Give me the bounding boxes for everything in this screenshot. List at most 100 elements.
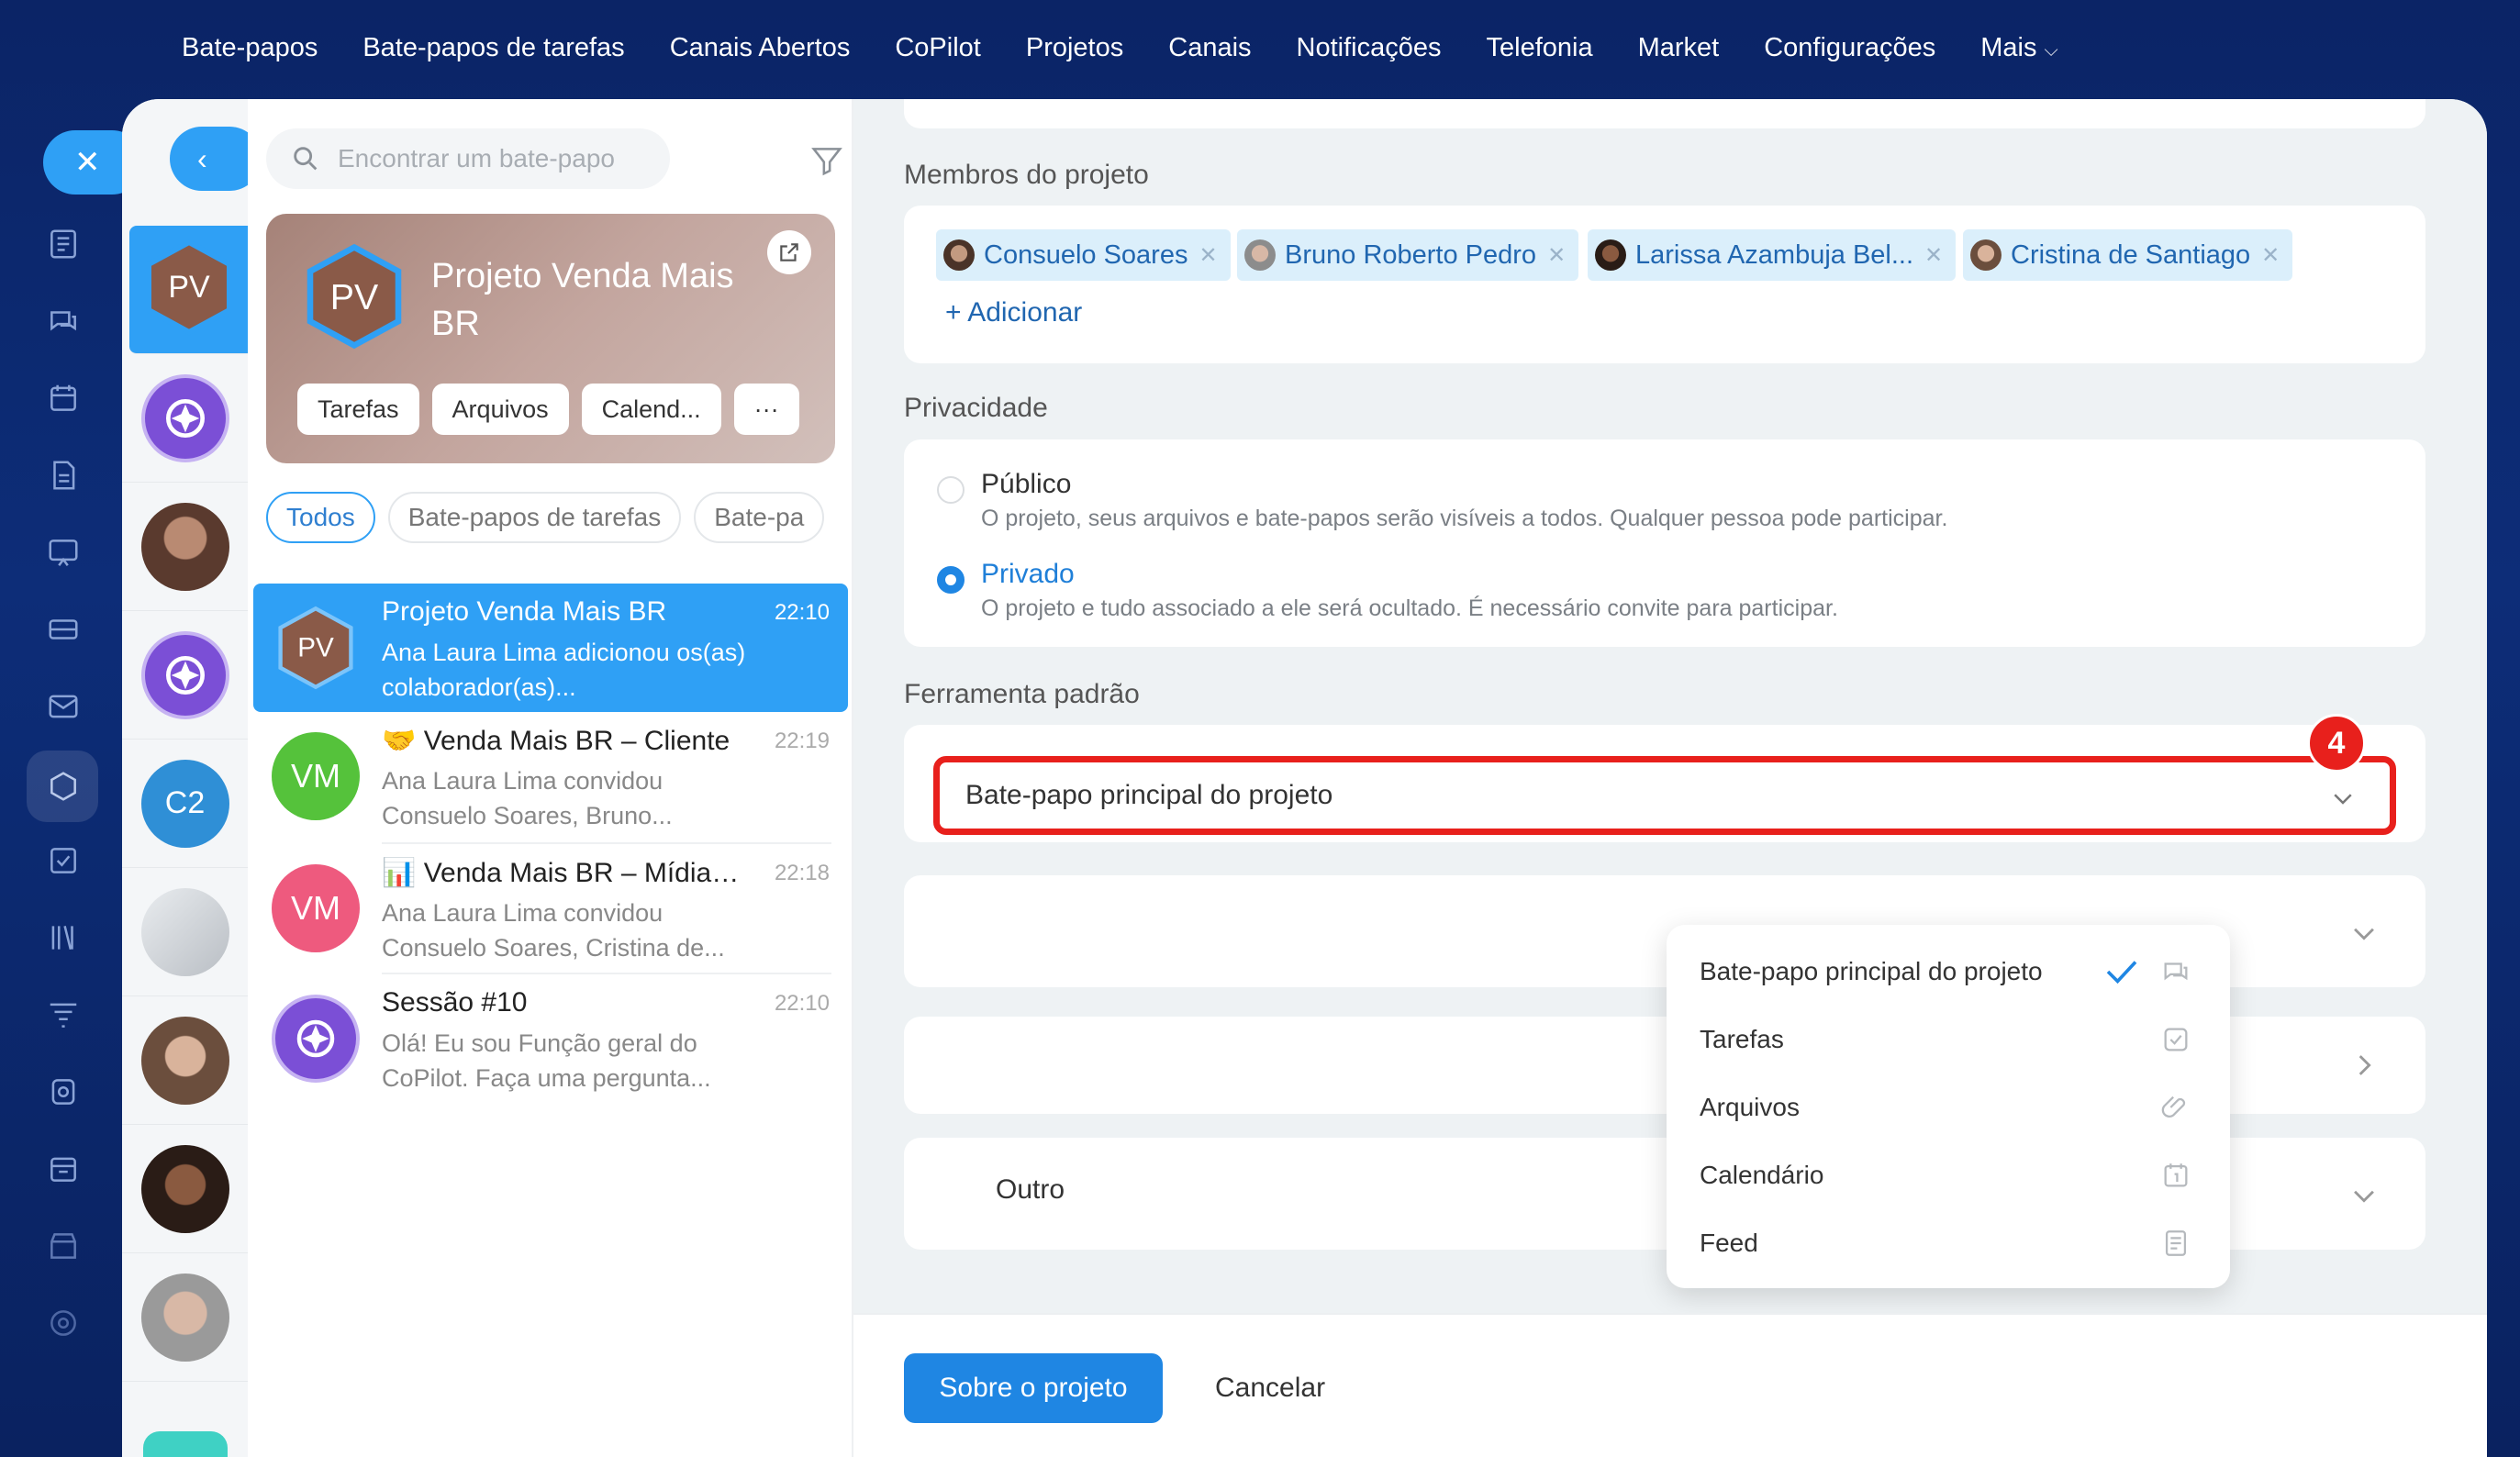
tab-bate-papos[interactable]: Bate-pa: [694, 492, 825, 543]
open-external-button[interactable]: [767, 230, 811, 274]
option-calendar[interactable]: Calendário: [1667, 1141, 2230, 1209]
chat-name: Projeto Venda Mais BR: [382, 596, 667, 627]
member-avatar: [1970, 239, 2002, 271]
avatar-slot-c2[interactable]: C2: [122, 740, 248, 868]
member-name: Cristina de Santiago: [2011, 239, 2251, 270]
option-tasks[interactable]: Tarefas: [1667, 1006, 2230, 1073]
nav-mais-label: Mais: [1980, 32, 2037, 62]
chat-icon[interactable]: [43, 301, 84, 341]
schedule-icon[interactable]: [43, 1149, 84, 1189]
member-chip[interactable]: Consuelo Soares ✕: [936, 229, 1231, 281]
projects-icon[interactable]: [43, 766, 84, 806]
nav-copilot[interactable]: CoPilot: [895, 33, 981, 63]
settings-icon[interactable]: [43, 1303, 84, 1343]
calendar-icon[interactable]: [43, 378, 84, 418]
chip-calendario[interactable]: Calend...: [581, 384, 721, 435]
nav-mais[interactable]: Mais ⌵: [1980, 33, 2057, 63]
nav-bate-papos-tarefas[interactable]: Bate-papos de tarefas: [362, 33, 624, 63]
nav-notificacoes[interactable]: Notificações: [1297, 33, 1442, 63]
chat-time: 22:10: [774, 991, 830, 1016]
members-card: Consuelo Soares ✕ Bruno Roberto Pedro ✕ La…: [904, 206, 2425, 363]
feed-icon[interactable]: [43, 224, 84, 264]
top-navigation: Bate-papos Bate-papos de tarefas Canais …: [0, 0, 2520, 95]
chip-arquivos[interactable]: Arquivos: [431, 384, 569, 435]
chat-preview: Ana Laura Lima convidou Consuelo Soares,…: [382, 767, 673, 829]
nav-telefonia[interactable]: Telefonia: [1487, 33, 1593, 63]
more-button[interactable]: ···: [733, 384, 799, 435]
search-input[interactable]: Encontrar um bate-papo: [266, 128, 670, 189]
tab-bate-papos-tarefas[interactable]: Bate-papos de tarefas: [387, 492, 682, 543]
chat-item-cliente[interactable]: VM 🤝 Venda Mais BR – Cliente 22:19 Ana L…: [253, 712, 848, 840]
remove-icon[interactable]: ✕: [1547, 242, 1566, 269]
radio-private[interactable]: [937, 566, 965, 594]
tab-todos[interactable]: Todos: [266, 492, 375, 543]
member-chip[interactable]: Cristina de Santiago ✕: [1963, 229, 2293, 281]
about-project-button[interactable]: Sobre o projeto: [904, 1353, 1163, 1423]
chat-filter-tabs: Todos Bate-papos de tarefas Bate-pa: [266, 492, 853, 543]
chat-item-midia[interactable]: VM 📊 Venda Mais BR – Mídia ... 22:18 Ana…: [253, 844, 848, 973]
avatar-slot-user-4[interactable]: [122, 1125, 248, 1253]
avatar-slot-copilot-2[interactable]: [122, 611, 248, 740]
filter-icon[interactable]: [809, 143, 844, 178]
project-hex-avatar: PV: [299, 241, 409, 351]
shop-icon[interactable]: [43, 1226, 84, 1266]
default-tool-label: Ferramenta padrão: [904, 679, 1140, 709]
chat-preview: Ana Laura Lima convidou Consuelo Soares,…: [382, 899, 725, 962]
library-icon[interactable]: [43, 918, 84, 958]
chat-item-sessao[interactable]: Sessão #10 22:10 Olá! Eu sou Função gera…: [253, 974, 848, 1103]
nav-configuracoes[interactable]: Configurações: [1764, 33, 1935, 63]
option-files[interactable]: Arquivos: [1667, 1073, 2230, 1141]
remove-icon[interactable]: ✕: [2261, 242, 2280, 269]
nav-canais-abertos[interactable]: Canais Abertos: [670, 33, 851, 63]
document-icon[interactable]: [43, 455, 84, 495]
member-chip[interactable]: Larissa Azambuja Bel... ✕: [1588, 229, 1957, 281]
copilot-avatar: [272, 995, 360, 1083]
member-avatar: [1244, 239, 1276, 271]
funnel-icon[interactable]: [43, 995, 84, 1035]
chat-name-text: Venda Mais BR – Mídia ...: [423, 858, 740, 888]
nav-bate-papos[interactable]: Bate-papos: [182, 33, 318, 63]
option-label: Feed: [1700, 1229, 1758, 1257]
remove-icon[interactable]: ✕: [1199, 242, 1217, 269]
avatar-slot-user-1[interactable]: [122, 483, 248, 611]
privacy-card: Público O projeto, seus arquivos e bate-…: [904, 439, 2425, 647]
remove-icon[interactable]: ✕: [1924, 242, 1943, 269]
step-badge: 4: [2307, 714, 2366, 773]
add-member-link[interactable]: + Adicionar: [945, 297, 1082, 328]
avatar-slot-user-5[interactable]: [122, 1253, 248, 1382]
nav-canais[interactable]: Canais: [1168, 33, 1251, 63]
tasks-icon[interactable]: [43, 840, 84, 881]
avatar-slot-project[interactable]: PV: [129, 226, 248, 354]
chip-tarefas[interactable]: Tarefas: [297, 384, 419, 435]
user-avatar: [140, 1016, 229, 1105]
radio-public[interactable]: [937, 476, 965, 504]
footer-bar: Sobre o projeto Cancelar: [853, 1313, 2487, 1457]
option-main-chat[interactable]: Bate-papo principal do projeto: [1667, 938, 2230, 1006]
nav-market[interactable]: Market: [1638, 33, 1720, 63]
storage-icon[interactable]: [43, 1072, 84, 1112]
member-avatar: [1595, 239, 1626, 271]
chat-item-projeto[interactable]: PV Projeto Venda Mais BR 22:10 Ana Laura…: [253, 584, 848, 712]
avatar-slot-notes[interactable]: [122, 1382, 248, 1457]
member-chip[interactable]: Bruno Roberto Pedro ✕: [1237, 229, 1579, 281]
board-icon[interactable]: [43, 532, 84, 573]
option-label: Arquivos: [1700, 1093, 1800, 1121]
c2-avatar: C2: [140, 759, 229, 848]
inbox-icon[interactable]: [43, 609, 84, 650]
nav-projetos[interactable]: Projetos: [1026, 33, 1123, 63]
main-panel: ‹ PV C2 Encontrar um bate-papo PV Projet…: [122, 99, 2487, 1457]
avatar-slot-user-2[interactable]: [122, 868, 248, 996]
avatar-slot-copilot[interactable]: [122, 354, 248, 483]
mail-icon[interactable]: [43, 686, 84, 727]
project-hex-avatar: PV: [272, 604, 360, 692]
project-hex-avatar: PV: [139, 237, 240, 342]
project-settings-pane: Membros do projeto Consuelo Soares ✕ Brun…: [853, 99, 2487, 1457]
cancel-button[interactable]: Cancelar: [1204, 1353, 1336, 1423]
default-tool-select[interactable]: Bate-papo principal do projeto: [933, 756, 2396, 835]
search-icon: [294, 147, 318, 171]
chat-name: 📊 Venda Mais BR – Mídia ...: [382, 857, 740, 889]
avatar-slot-user-3[interactable]: [122, 996, 248, 1125]
close-icon: ✕: [74, 145, 101, 180]
option-feed[interactable]: Feed: [1667, 1209, 2230, 1277]
chat-preview: Olá! Eu sou Função geral do CoPilot. Faç…: [382, 1029, 711, 1092]
